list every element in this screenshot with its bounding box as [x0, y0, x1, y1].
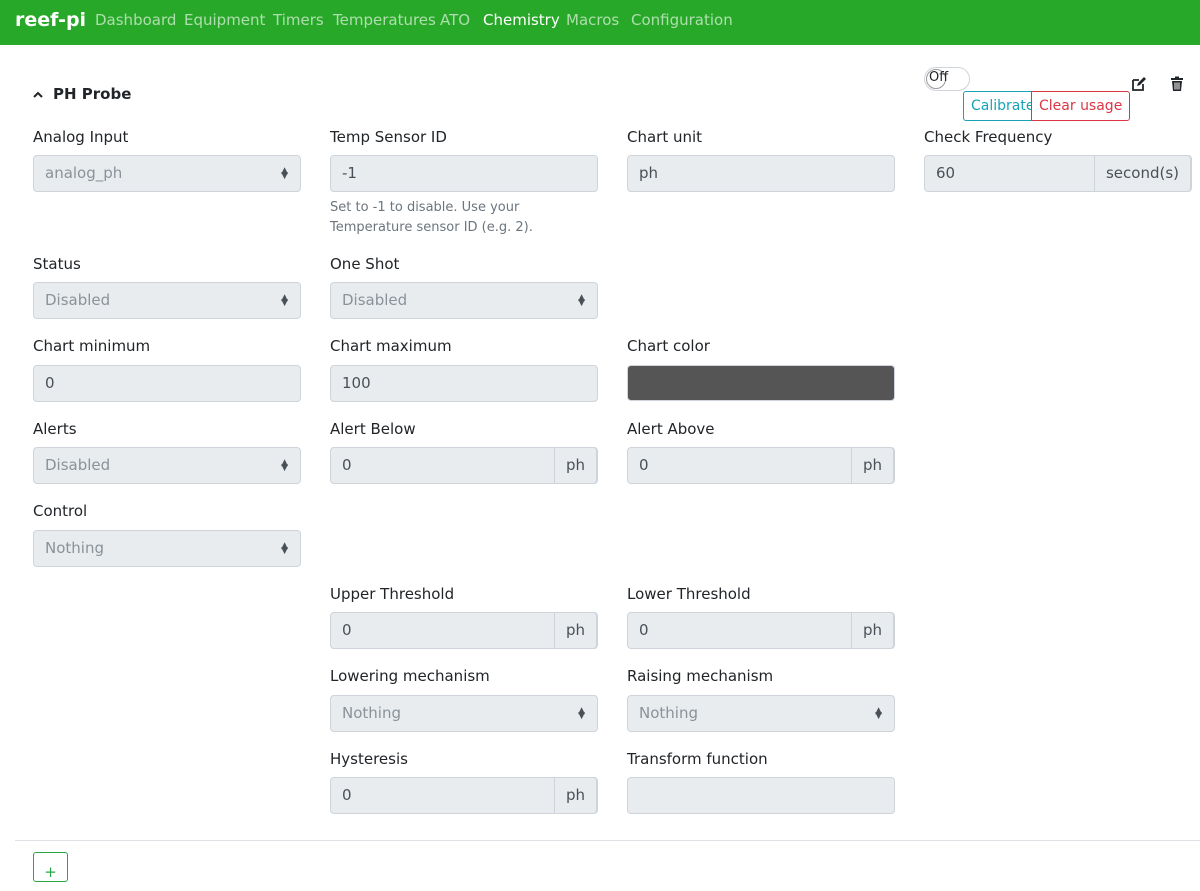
chart-max-value: 100: [342, 374, 371, 392]
temp-sensor-label: Temp Sensor ID: [330, 128, 447, 146]
nav-equipment[interactable]: Equipment: [184, 11, 265, 29]
probe-enable-toggle[interactable]: Off: [924, 67, 970, 91]
one-shot-label: One Shot: [330, 255, 400, 273]
chart-color-label: Chart color: [627, 337, 710, 355]
alert-above-input[interactable]: 0 ph: [627, 447, 895, 484]
raising-mechanism-value: Nothing: [639, 704, 698, 722]
select-arrows-icon: ▲ ▼: [578, 706, 585, 721]
alert-above-label: Alert Above: [627, 420, 715, 438]
alert-above-value: 0: [639, 456, 649, 474]
select-arrows-icon: ▲ ▼: [281, 458, 288, 473]
chart-unit-value: ph: [639, 164, 659, 182]
upper-threshold-unit: ph: [553, 613, 597, 648]
alert-below-value: 0: [342, 456, 352, 474]
chart-max-input[interactable]: 100: [330, 365, 598, 402]
alert-above-unit: ph: [850, 448, 894, 483]
chevron-up-icon: [33, 88, 43, 101]
nav-chemistry[interactable]: Chemistry: [483, 11, 560, 29]
hysteresis-unit: ph: [553, 778, 597, 813]
status-select[interactable]: Disabled ▲ ▼: [33, 282, 301, 319]
status-label: Status: [33, 255, 81, 273]
analog-input-value: analog_ph: [45, 164, 123, 182]
select-arrows-icon: ▲ ▼: [281, 293, 288, 308]
one-shot-select[interactable]: Disabled ▲ ▼: [330, 282, 598, 319]
lowering-mechanism-select[interactable]: Nothing ▲ ▼: [330, 695, 598, 732]
nav-ato[interactable]: ATO: [440, 11, 470, 29]
select-arrows-icon: ▲ ▼: [578, 293, 585, 308]
select-arrows-icon: ▲ ▼: [875, 706, 882, 721]
lowering-mechanism-label: Lowering mechanism: [330, 667, 490, 685]
temp-sensor-help: Set to -1 to disable. Use your Temperatu…: [330, 200, 533, 235]
trash-icon[interactable]: [1169, 76, 1185, 92]
probe-header[interactable]: PH Probe: [33, 85, 131, 103]
nav-configuration[interactable]: Configuration: [631, 11, 733, 29]
check-frequency-input[interactable]: 60 second(s): [924, 155, 1192, 192]
lower-threshold-input[interactable]: 0 ph: [627, 612, 895, 649]
status-value: Disabled: [45, 291, 111, 309]
upper-threshold-label: Upper Threshold: [330, 585, 455, 603]
nav-temperatures[interactable]: Temperatures: [333, 11, 436, 29]
check-frequency-unit: second(s): [1093, 156, 1191, 191]
check-frequency-label: Check Frequency: [924, 128, 1053, 146]
control-select[interactable]: Nothing ▲ ▼: [33, 530, 301, 567]
alerts-select[interactable]: Disabled ▲ ▼: [33, 447, 301, 484]
hysteresis-input[interactable]: 0 ph: [330, 777, 598, 814]
lowering-mechanism-value: Nothing: [342, 704, 401, 722]
raising-mechanism-label: Raising mechanism: [627, 667, 774, 685]
alerts-label: Alerts: [33, 420, 77, 438]
chart-max-label: Chart maximum: [330, 337, 452, 355]
transform-function-label: Transform function: [627, 750, 768, 768]
control-value: Nothing: [45, 539, 104, 557]
transform-function-input[interactable]: [627, 777, 895, 814]
hysteresis-label: Hysteresis: [330, 750, 408, 768]
lower-threshold-value: 0: [639, 621, 649, 639]
select-arrows-icon: ▲ ▼: [281, 541, 288, 556]
upper-threshold-value: 0: [342, 621, 352, 639]
one-shot-value: Disabled: [342, 291, 408, 309]
alert-below-unit: ph: [553, 448, 597, 483]
nav-macros[interactable]: Macros: [566, 11, 619, 29]
raising-mechanism-select[interactable]: Nothing ▲ ▼: [627, 695, 895, 732]
temp-sensor-value: -1: [342, 164, 357, 182]
temp-sensor-input[interactable]: -1: [330, 155, 598, 192]
clear-usage-button[interactable]: Clear usage: [1031, 91, 1131, 121]
edit-icon[interactable]: [1131, 76, 1147, 92]
lower-threshold-unit: ph: [850, 613, 894, 648]
select-arrows-icon: ▲ ▼: [281, 166, 288, 181]
lower-threshold-label: Lower Threshold: [627, 585, 751, 603]
control-label: Control: [33, 502, 88, 520]
chart-color-picker[interactable]: [627, 365, 895, 401]
chart-min-value: 0: [45, 374, 55, 392]
analog-input-label: Analog Input: [33, 128, 129, 146]
chart-unit-input[interactable]: ph: [627, 155, 895, 192]
section-divider: [15, 840, 1200, 841]
chart-min-label: Chart minimum: [33, 337, 151, 355]
top-navbar: reef-pi Dashboard Equipment Timers Tempe…: [0, 0, 1200, 45]
probe-title: PH Probe: [53, 85, 132, 103]
brand-logo[interactable]: reef-pi: [15, 9, 86, 31]
nav-dashboard[interactable]: Dashboard: [95, 11, 176, 29]
alerts-value: Disabled: [45, 456, 111, 474]
check-frequency-value: 60: [936, 164, 956, 182]
hysteresis-value: 0: [342, 786, 352, 804]
upper-threshold-input[interactable]: 0 ph: [330, 612, 598, 649]
chart-min-input[interactable]: 0: [33, 365, 301, 402]
toggle-label: Off: [929, 70, 949, 85]
analog-input-select[interactable]: analog_ph ▲ ▼: [33, 155, 301, 192]
add-probe-button[interactable]: +: [33, 852, 68, 882]
nav-timers[interactable]: Timers: [273, 11, 324, 29]
alert-below-input[interactable]: 0 ph: [330, 447, 598, 484]
alert-below-label: Alert Below: [330, 420, 416, 438]
chart-unit-label: Chart unit: [627, 128, 703, 146]
